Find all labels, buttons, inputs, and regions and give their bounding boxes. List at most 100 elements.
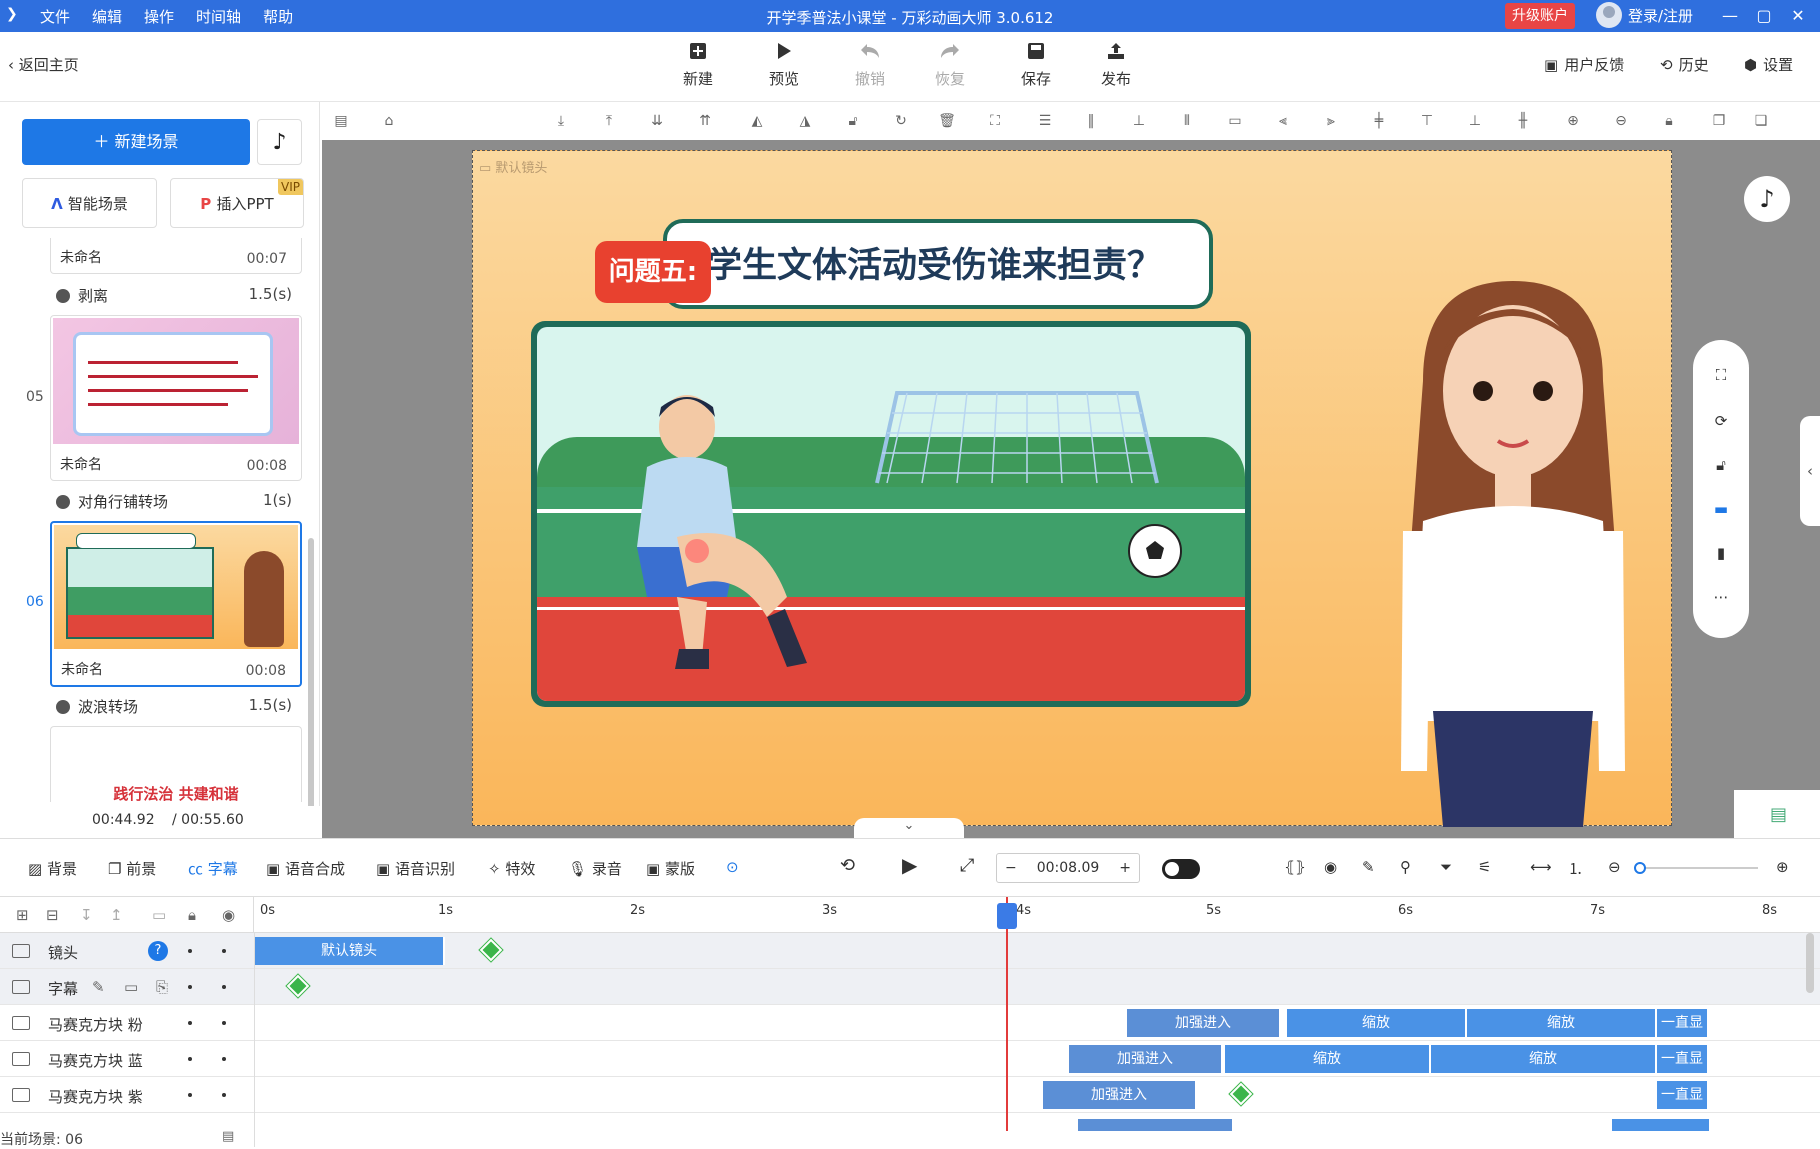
scene-card[interactable]: 未命名 00:08 [50,315,302,481]
subtitle-tool[interactable]: ㏄ 字幕 [188,858,238,879]
track-clip[interactable]: 缩放 [1287,1009,1467,1037]
toggle-switch[interactable] [1162,859,1200,879]
move-bottom-icon[interactable]: ⤓ [552,112,570,130]
stage-canvas[interactable]: ▭ 默认镜头 学生文体活动受伤谁来担责？ 问题五: [472,150,1672,827]
transition-item[interactable]: 对角行铺转场 1(s) [56,491,292,512]
headline-bubble[interactable]: 学生文体活动受伤谁来担责？ [663,219,1213,309]
play-icon[interactable]: ▶ [902,853,917,877]
same-width-icon[interactable]: ▭ [1226,112,1244,130]
home-icon[interactable]: ⌂ [380,112,398,130]
undo-button[interactable]: 撤销 [840,42,900,89]
zoom-out-icon[interactable]: ⊖ [1612,112,1630,130]
move-up-icon[interactable]: ↥ [110,906,123,924]
add-layer-icon[interactable]: ⊞ [16,906,29,924]
track-clip[interactable]: 缩放 [1431,1045,1657,1073]
align-bottom-edge-icon[interactable]: ⊥ [1130,112,1148,130]
track-clip[interactable]: 一直显 [1657,1009,1709,1037]
insert-ppt-button[interactable]: P 插入PPT VIP [170,178,304,228]
new-button[interactable]: 新建 [668,42,728,89]
track-row-mosaic-blue[interactable]: 马赛克方块 蓝 加强进入 缩放 缩放 一直显 [0,1041,1820,1077]
settings-button[interactable]: ⬢ 设置 [1744,54,1793,75]
align-center-icon[interactable]: ☰ [1036,112,1054,130]
login-register-button[interactable]: 登录/注册 [1596,2,1693,28]
eye-icon[interactable]: ◉ [222,906,235,924]
delete-icon[interactable]: ▭ [124,978,138,996]
publish-button[interactable]: 发布 [1086,42,1146,89]
track-clip[interactable]: 一直显 [1657,1081,1709,1109]
music-button[interactable]: ♪ [257,119,302,165]
effects-tool[interactable]: ✧ 特效 [488,858,535,879]
zoom-slider[interactable] [1634,862,1758,874]
scene-card-selected[interactable]: 未命名 00:08 [50,521,302,687]
distribute-h-icon[interactable]: ‖ [1082,112,1100,130]
delete-icon[interactable]: 🗑︎ [938,112,956,130]
save-button[interactable]: 保存 [1006,42,1066,89]
track-clip[interactable]: 默认镜头 [255,937,445,965]
track-clip[interactable]: 加强进入 [1043,1081,1197,1109]
track-clip-partial[interactable] [1612,1119,1709,1131]
add-keyframe-icon[interactable] [1229,1082,1253,1106]
history-button[interactable]: ⟲ 历史 [1660,54,1709,75]
track-row-mosaic-purple[interactable]: 马赛克方块 紫 加强进入 一直显 [0,1077,1820,1113]
track-row-mosaic-pink[interactable]: 马赛克方块 粉 加强进入 缩放 缩放 一直显 [0,1005,1820,1041]
edit-icon[interactable]: ✎ [1362,858,1375,876]
portrait-icon[interactable]: ▮ [1711,544,1731,564]
track-clip[interactable]: 加强进入 [1069,1045,1223,1073]
rotate-icon[interactable]: ↻ [892,112,910,130]
paste-icon[interactable]: ❏ [1752,112,1770,130]
lock-closed-icon[interactable]: 🔒︎ [1660,112,1678,130]
fit-screen-icon[interactable]: ⛶ [1711,366,1731,386]
distribute-v-icon[interactable]: ⦀ [1178,112,1196,130]
more-tools-icon[interactable]: ⊙ [726,858,739,876]
maximize-icon[interactable]: ▢ [1752,4,1776,28]
timeline-scrollbar[interactable] [1806,933,1814,993]
zoom-in-icon[interactable]: ⊕ [1776,858,1789,876]
speech-recognition-tool[interactable]: ▣ 语音识别 [376,858,455,879]
ruler-icon[interactable]: ▤ [332,112,350,130]
track-clip[interactable]: 缩放 [1225,1045,1431,1073]
track-clip[interactable]: 缩放 [1467,1009,1657,1037]
split-icon[interactable]: ⚲ [1400,858,1411,876]
adjust-icon[interactable]: ⚟ [1478,858,1491,876]
track-row-camera[interactable]: 镜头 ? 默认镜头 [0,933,1820,969]
filter-icon[interactable]: ⏷ [1440,858,1452,876]
tts-tool[interactable]: ▣ 语音合成 [266,858,345,879]
move-down-icon[interactable]: ↧ [80,906,93,924]
timecode-stepper[interactable]: − 00:08.09 + [996,853,1140,883]
record-tool[interactable]: 🎙︎ 录音 [568,858,622,879]
preview-button[interactable]: 预览 [754,42,814,89]
playhead-handle[interactable] [997,903,1017,929]
scene-card[interactable]: 未命名 00:07 [50,238,302,274]
foreground-tool[interactable]: ❐ 前景 [108,858,156,879]
redo-button[interactable]: 恢复 [920,42,980,89]
bracket-icon[interactable]: ⦃⦄ [1284,858,1306,876]
playhead[interactable] [997,897,1017,1131]
track-row-subtitle[interactable]: 字幕 ✎ ▭ ⎘ [0,969,1820,1005]
replay-icon[interactable]: ⟲ [840,855,855,876]
plus-icon[interactable]: + [1119,854,1131,882]
align-top-icon[interactable]: ⊤ [1418,112,1436,130]
time-ruler[interactable]: 0s 1s 2s 3s 4s 5s 6s 7s 8s [254,897,1820,933]
move-top-icon[interactable]: ⤒ [600,112,618,130]
lock-icon[interactable]: 🔒︎ [188,906,196,924]
lock-icon[interactable]: 🔓︎ [844,112,862,130]
align-vcenter-icon[interactable]: ╫ [1514,112,1532,130]
bgm-button[interactable]: ♪ [1744,176,1790,222]
minimize-icon[interactable]: — [1718,4,1742,28]
move-up-icon[interactable]: ⇈ [696,112,714,130]
copy-icon[interactable]: ❐ [1710,112,1728,130]
align-left-icon[interactable]: ⫷ [1274,112,1292,130]
smart-scene-button[interactable]: Λ 智能场景 [22,178,157,228]
transition-item[interactable]: 剥离 1.5(s) [56,285,292,306]
delete-icon[interactable]: ▭ [152,906,166,924]
scene-list-icon[interactable]: ▤ [222,1129,234,1144]
transition-item[interactable]: 波浪转场 1.5(s) [56,696,292,717]
question-badge[interactable]: 问题五: [595,241,711,303]
align-right-icon[interactable]: ⫸ [1322,112,1340,130]
menu-timeline[interactable]: 时间轴 [196,6,241,27]
camera-icon[interactable]: ◉ [1324,858,1337,876]
align-hcenter-icon[interactable]: ╪ [1370,112,1388,130]
track-clip[interactable]: 加强进入 [1127,1009,1281,1037]
close-icon[interactable]: ✕ [1786,4,1810,28]
menu-help[interactable]: 帮助 [263,6,293,27]
